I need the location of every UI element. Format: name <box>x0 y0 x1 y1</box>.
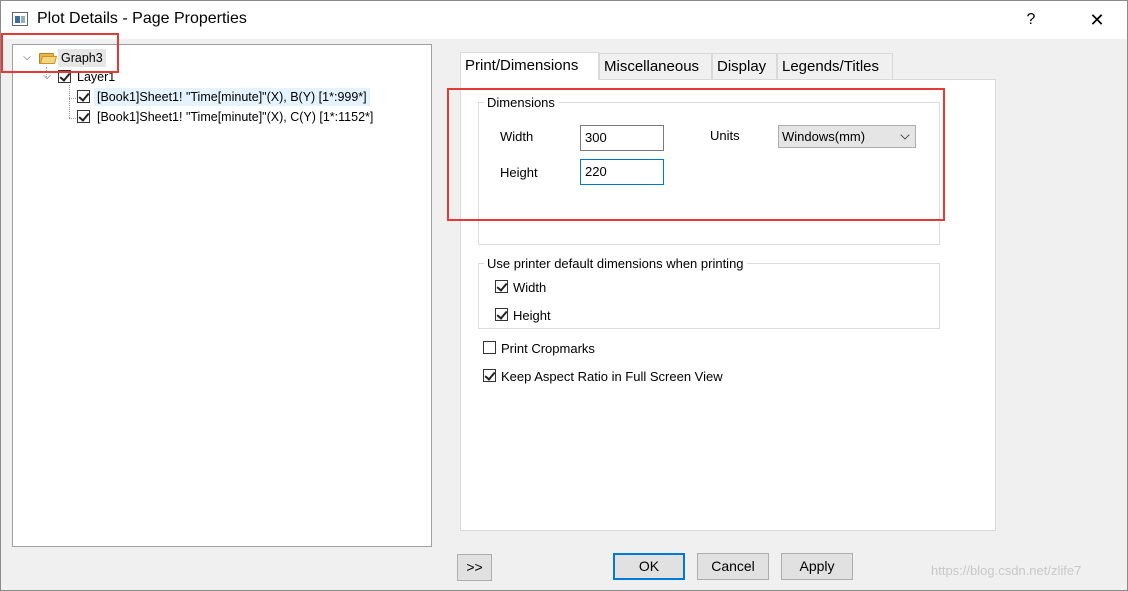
window-title: Plot Details - Page Properties <box>37 10 247 27</box>
printer-width-checkbox[interactable] <box>495 280 508 293</box>
tab-print-dimensions[interactable]: Print/Dimensions <box>460 52 599 80</box>
tree-item-label: [Book1]Sheet1! "Time[minute]"(X), B(Y) [… <box>94 88 370 106</box>
tree-item-label: [Book1]Sheet1! "Time[minute]"(X), C(Y) [… <box>97 110 374 124</box>
ok-button[interactable]: OK <box>613 553 685 580</box>
print-cropmarks-checkbox[interactable] <box>483 341 496 354</box>
tree-item-plot[interactable]: [Book1]Sheet1! "Time[minute]"(X), C(Y) [… <box>77 108 389 126</box>
tree-connector <box>69 85 70 118</box>
print-cropmarks-label: Print Cropmarks <box>501 341 595 356</box>
help-button[interactable]: ? <box>1011 5 1051 35</box>
printer-height-checkbox[interactable] <box>495 308 508 321</box>
highlight-box <box>1 33 119 73</box>
app-icon <box>12 12 28 26</box>
close-button[interactable]: ✕ <box>1071 5 1123 35</box>
cancel-button[interactable]: Cancel <box>697 553 769 580</box>
plot-checkbox[interactable] <box>77 90 90 103</box>
tree-item-plot[interactable]: [Book1]Sheet1! "Time[minute]"(X), B(Y) [… <box>77 88 389 106</box>
title-bar: Plot Details - Page Properties ? ✕ <box>1 1 1127 39</box>
printer-height-label: Height <box>513 308 551 323</box>
tab-display[interactable]: Display <box>712 53 777 80</box>
tab-legends-titles[interactable]: Legends/Titles <box>777 53 893 80</box>
keep-aspect-checkbox[interactable] <box>483 369 496 382</box>
plot-checkbox[interactable] <box>77 110 90 123</box>
expand-button[interactable]: >> <box>457 554 492 581</box>
keep-aspect-label: Keep Aspect Ratio in Full Screen View <box>501 369 723 384</box>
watermark: https://blog.csdn.net/zlife7 <box>931 563 1082 578</box>
plot-details-dialog: Plot Details - Page Properties ? ✕ ⌵ Gra… <box>0 0 1128 591</box>
plot-tree[interactable]: ⌵ Graph3 ⌵ Layer1 [Book1]Sheet1! "Time[m… <box>12 44 432 547</box>
printer-width-label: Width <box>513 280 547 295</box>
printer-defaults-group-label: Use printer default dimensions when prin… <box>484 256 747 271</box>
highlight-box <box>447 88 945 221</box>
apply-button[interactable]: Apply <box>781 553 853 580</box>
tab-miscellaneous[interactable]: Miscellaneous <box>599 53 712 80</box>
